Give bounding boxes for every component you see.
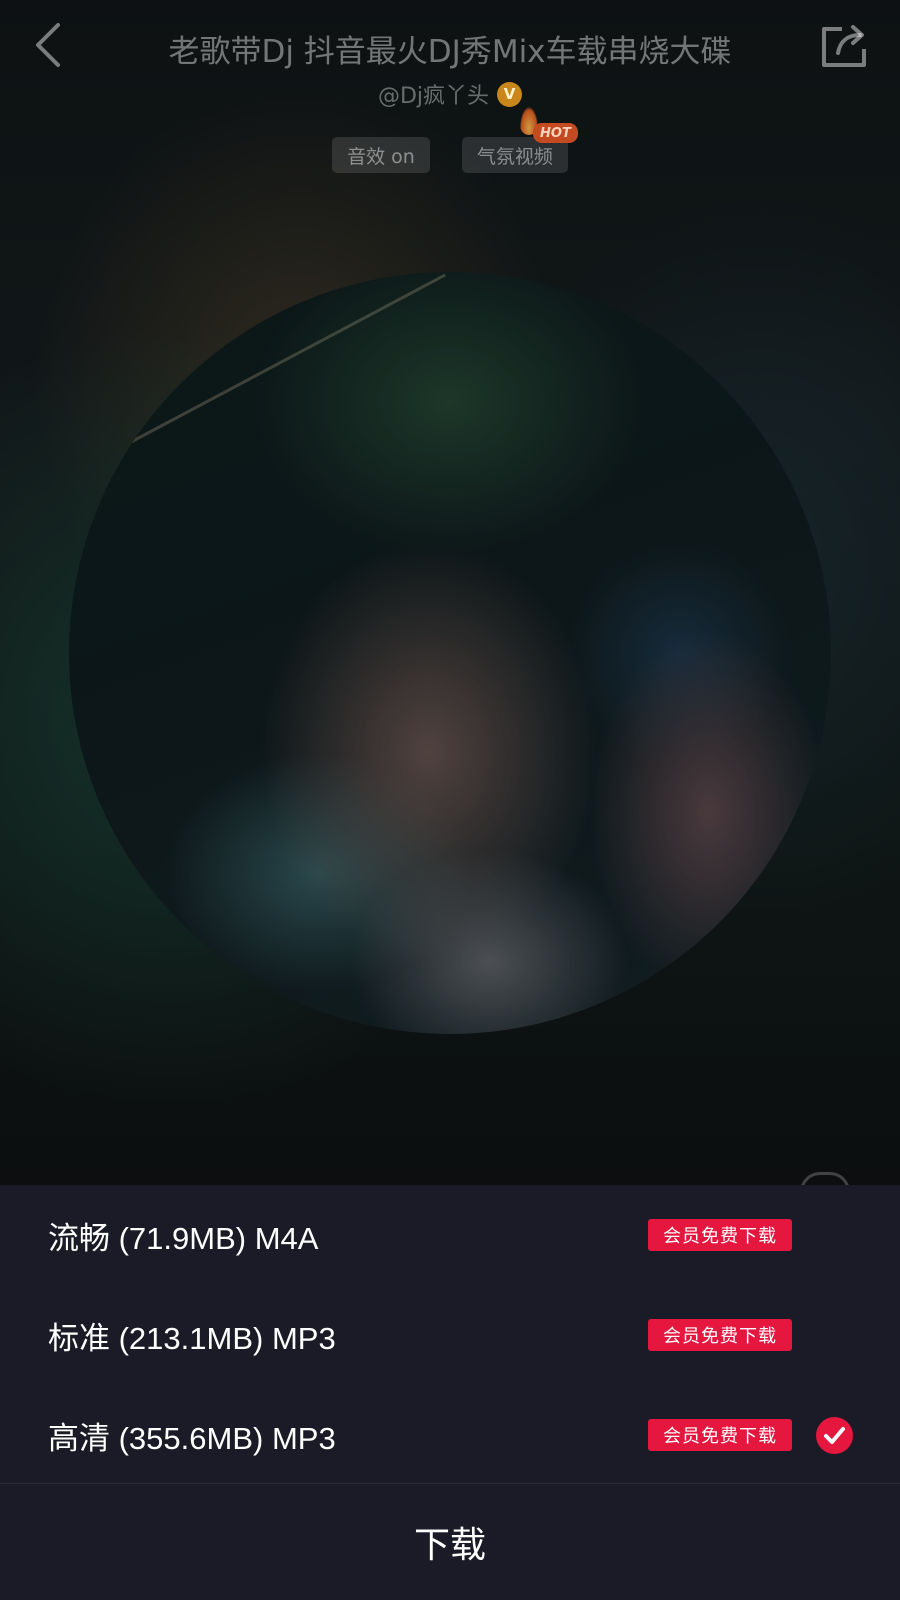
dim-overlay[interactable] — [0, 0, 900, 1185]
artist-name[interactable]: @Dj疯丫头 — [378, 78, 489, 110]
quality-option-standard[interactable]: 标准 (213.1MB) MP3 会员免费下载 — [0, 1285, 900, 1385]
quality-option-label: 高清 (355.6MB) MP3 — [48, 1420, 336, 1456]
player-background: 老歌带Dj 抖音最火DJ秀Mix车载串烧大碟 @Dj疯丫头 V 音效 on 气氛… — [0, 0, 900, 1192]
player-chips: 音效 on 气氛视频 HOT — [0, 107, 900, 173]
hot-badge: HOT — [533, 123, 578, 143]
download-button[interactable]: 下载 — [0, 1484, 900, 1600]
share-icon — [822, 25, 866, 67]
ambient-video-chip[interactable]: 气氛视频 HOT — [461, 107, 578, 173]
artist-row: @Dj疯丫头 V — [0, 76, 900, 112]
quality-option-label: 流畅 (71.9MB) M4A — [48, 1220, 319, 1256]
sound-effect-chip[interactable]: 音效 on — [332, 137, 430, 173]
sound-effect-label: 音效 on — [347, 145, 415, 168]
chevron-left-icon — [36, 23, 60, 67]
verified-icon: V — [497, 81, 523, 107]
vip-free-download-badge: 会员免费下载 — [648, 1319, 792, 1351]
ambient-video-label: 气氛视频 — [476, 145, 553, 168]
share-button[interactable] — [818, 20, 870, 72]
quality-option-hd[interactable]: 高清 (355.6MB) MP3 会员免费下载 — [0, 1385, 900, 1485]
vip-free-download-badge: 会员免费下载 — [648, 1419, 792, 1451]
check-circle-icon — [816, 1416, 853, 1454]
song-title: 老歌带Dj 抖音最火DJ秀Mix车载串烧大碟 — [168, 34, 732, 70]
quality-option-label: 标准 (213.1MB) MP3 — [48, 1320, 336, 1356]
download-quality-sheet: 流畅 (71.9MB) M4A 会员免费下载 标准 (213.1MB) MP3 … — [0, 1185, 900, 1600]
quality-option-smooth[interactable]: 流畅 (71.9MB) M4A 会员免费下载 — [0, 1185, 900, 1285]
back-button[interactable] — [22, 20, 72, 70]
vip-free-download-badge: 会员免费下载 — [648, 1219, 792, 1251]
